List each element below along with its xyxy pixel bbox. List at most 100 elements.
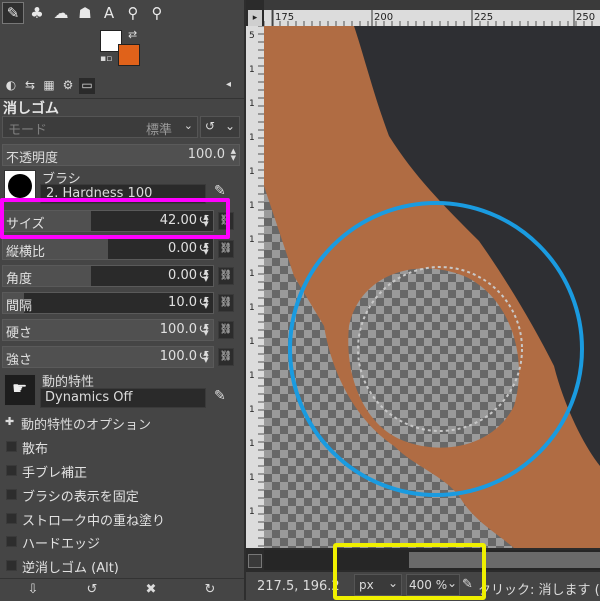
- ruler-tick-label: 1: [249, 405, 255, 415]
- dynamics-options-label: 動的特性のオプション: [21, 418, 152, 433]
- angle-label: 角度: [6, 272, 33, 287]
- dock-menu-icon[interactable]: ◂: [226, 79, 231, 90]
- mode-label: モード: [8, 123, 48, 138]
- angle-reset-icon[interactable]: ↺: [196, 267, 212, 285]
- opacity-label: 不透明度: [6, 151, 59, 166]
- dynamics-preview[interactable]: ☛: [4, 374, 36, 406]
- aspect-slider[interactable]: 縦横比 0.00 ▲ ▼: [2, 238, 214, 260]
- vertical-ruler[interactable]: 5 1 1 1 1 1 1 1 1 1 1 1 1 1 1: [246, 26, 264, 548]
- angle-slider[interactable]: 角度 0.00 ▲ ▼: [2, 265, 214, 287]
- checkbox-label: 手ブレ補正: [22, 466, 88, 481]
- dock-tab-bar: ◐ ⇆ ▦ ⚙ ▭ ◂: [0, 76, 244, 99]
- dynamics-icon: ☛: [12, 379, 28, 399]
- dynamics-options-expander[interactable]: ✚ 動的特性のオプション: [3, 414, 223, 433]
- smudge-icon[interactable]: ☁: [50, 2, 72, 24]
- expander-icon: ✚: [5, 415, 15, 428]
- force-link-icon[interactable]: ⛓: [218, 348, 234, 366]
- zoom-icon[interactable]: ⚲: [146, 2, 168, 24]
- delete-options-icon[interactable]: ✖: [143, 582, 159, 598]
- aspect-value: 0.00: [168, 241, 197, 256]
- ruler-tick-label: 225: [474, 12, 493, 23]
- spacing-label: 間隔: [6, 299, 33, 314]
- restore-options-icon[interactable]: ↺: [84, 582, 100, 598]
- checkbox[interactable]: [6, 465, 17, 476]
- tool-options-button-bar: ⇩ ↺ ✖ ↻: [0, 578, 244, 601]
- reset-options-icon[interactable]: ↻: [202, 582, 218, 598]
- checkbox-label: 散布: [22, 442, 49, 457]
- hardness-label: 硬さ: [6, 326, 33, 341]
- ruler-tick-label: 1: [249, 269, 255, 279]
- ruler-tick-label: 1: [249, 201, 255, 211]
- checkbox-label: ストローク中の重ね塗り: [22, 514, 166, 529]
- aspect-link-icon[interactable]: ⛓: [218, 240, 234, 258]
- default-colors-icon[interactable]: ▪▫: [100, 54, 112, 64]
- aspect-reset-icon[interactable]: ↺: [196, 240, 212, 258]
- mode-reset-dropdown[interactable]: ↺ ⌄: [200, 116, 240, 138]
- tool-options-title: 消しゴム: [3, 101, 59, 117]
- background-color-swatch[interactable]: [118, 44, 140, 66]
- opacity-value: 100.0: [187, 147, 225, 162]
- ruler-tick-label: 1: [249, 235, 255, 245]
- force-slider[interactable]: 強さ 100.0 ▲ ▼: [2, 346, 214, 368]
- vertical-ruler-ticks: 5 1 1 1 1 1 1 1 1 1 1 1 1 1 1: [249, 26, 264, 547]
- toolbox-panel: ✎ ♣ ☁ ☗ A ⚲ ⚲ ⇄ ▪▫ ◐ ⇆ ▦ ⚙ ▭ ◂ 消しゴム モード 標準 ⌄ ↺ ⌄ 不…: [0, 0, 244, 600]
- color-picker-icon[interactable]: ⚲: [122, 2, 144, 24]
- ruler-tick-label: 1: [249, 439, 255, 449]
- ruler-tick-label: 1: [249, 303, 255, 313]
- brush-shape-icon: [8, 174, 32, 198]
- checkbox[interactable]: [6, 441, 17, 452]
- tool-options-tab-icon[interactable]: ◐: [3, 78, 19, 94]
- checkbox-label: ブラシの表示を固定: [22, 490, 139, 505]
- checkbox[interactable]: [6, 560, 17, 571]
- checkbox[interactable]: [6, 513, 17, 524]
- hardness-link-icon[interactable]: ⛓: [218, 321, 234, 339]
- layers-tab-icon[interactable]: ▭: [79, 78, 95, 94]
- navigate-button[interactable]: [248, 554, 262, 568]
- undo-history-tab-icon[interactable]: ▦: [41, 78, 57, 94]
- ruler-tick-label: 250: [576, 12, 595, 23]
- dodge-burn-icon[interactable]: ☗: [74, 2, 96, 24]
- mode-dropdown[interactable]: モード 標準 ⌄: [2, 116, 198, 138]
- swap-colors-icon[interactable]: ⇄: [128, 28, 137, 41]
- chevron-down-icon: ⌄: [183, 119, 193, 132]
- opacity-slider[interactable]: 不透明度 100.0 ▲ ▼: [2, 144, 240, 166]
- checkbox-label: 逆消しゴム (Alt): [22, 561, 119, 576]
- ruler-tick-label: 200: [374, 12, 393, 23]
- drawing-canvas[interactable]: [264, 26, 600, 548]
- angle-value: 0.00: [168, 268, 197, 283]
- zoom-highlight-box: [333, 543, 486, 600]
- save-options-icon[interactable]: ⇩: [25, 582, 41, 598]
- spacing-slider[interactable]: 間隔 10.0 ▲ ▼: [2, 292, 214, 314]
- spacing-value: 10.0: [168, 295, 197, 310]
- checkbox[interactable]: [6, 536, 17, 547]
- reset-icon: ↺: [205, 119, 216, 133]
- pointer-coordinates: 217.5, 196.2: [257, 579, 340, 594]
- ruler-tick-label: 1: [249, 133, 255, 143]
- ruler-tick-label: 175: [275, 12, 294, 23]
- force-reset-icon[interactable]: ↺: [196, 348, 212, 366]
- ruler-tick-label: 1: [249, 167, 255, 177]
- horizontal-ruler[interactable]: 175 200 225 250: [264, 10, 600, 26]
- device-status-tab-icon[interactable]: ⇆: [22, 78, 38, 94]
- chevron-down-icon: ⌄: [224, 119, 235, 133]
- aspect-label: 縦横比: [6, 245, 46, 260]
- hardness-reset-icon[interactable]: ↺: [196, 321, 212, 339]
- hardness-slider[interactable]: 硬さ 100.0 ▲ ▼: [2, 319, 214, 341]
- spacing-link-icon[interactable]: ⛓: [218, 294, 234, 312]
- clone-stamp-icon[interactable]: ♣: [26, 2, 48, 24]
- angle-link-icon[interactable]: ⛓: [218, 267, 234, 285]
- size-highlight-box: [0, 198, 230, 239]
- edit-dynamics-icon[interactable]: ✎: [214, 388, 226, 404]
- horizontal-ruler-ticks: 175 200 225 250: [264, 10, 595, 26]
- edit-brush-icon[interactable]: ✎: [214, 183, 226, 199]
- spacing-reset-icon[interactable]: ↺: [196, 294, 212, 312]
- images-tab-icon[interactable]: ⚙: [60, 78, 76, 94]
- text-tool-icon[interactable]: A: [98, 2, 120, 24]
- canvas-menu-button[interactable]: ▸: [248, 10, 262, 26]
- ruler-tick-label: 1: [249, 473, 255, 483]
- checkbox[interactable]: [6, 489, 17, 500]
- image-window: 175 200 225 250 ▸ 511111111111111 217.5,…: [246, 0, 600, 600]
- checkbox-label: ハードエッジ: [22, 537, 101, 552]
- status-message: クリック: 消します (Sh: [478, 583, 600, 598]
- eraser-icon[interactable]: ✎: [2, 2, 24, 24]
